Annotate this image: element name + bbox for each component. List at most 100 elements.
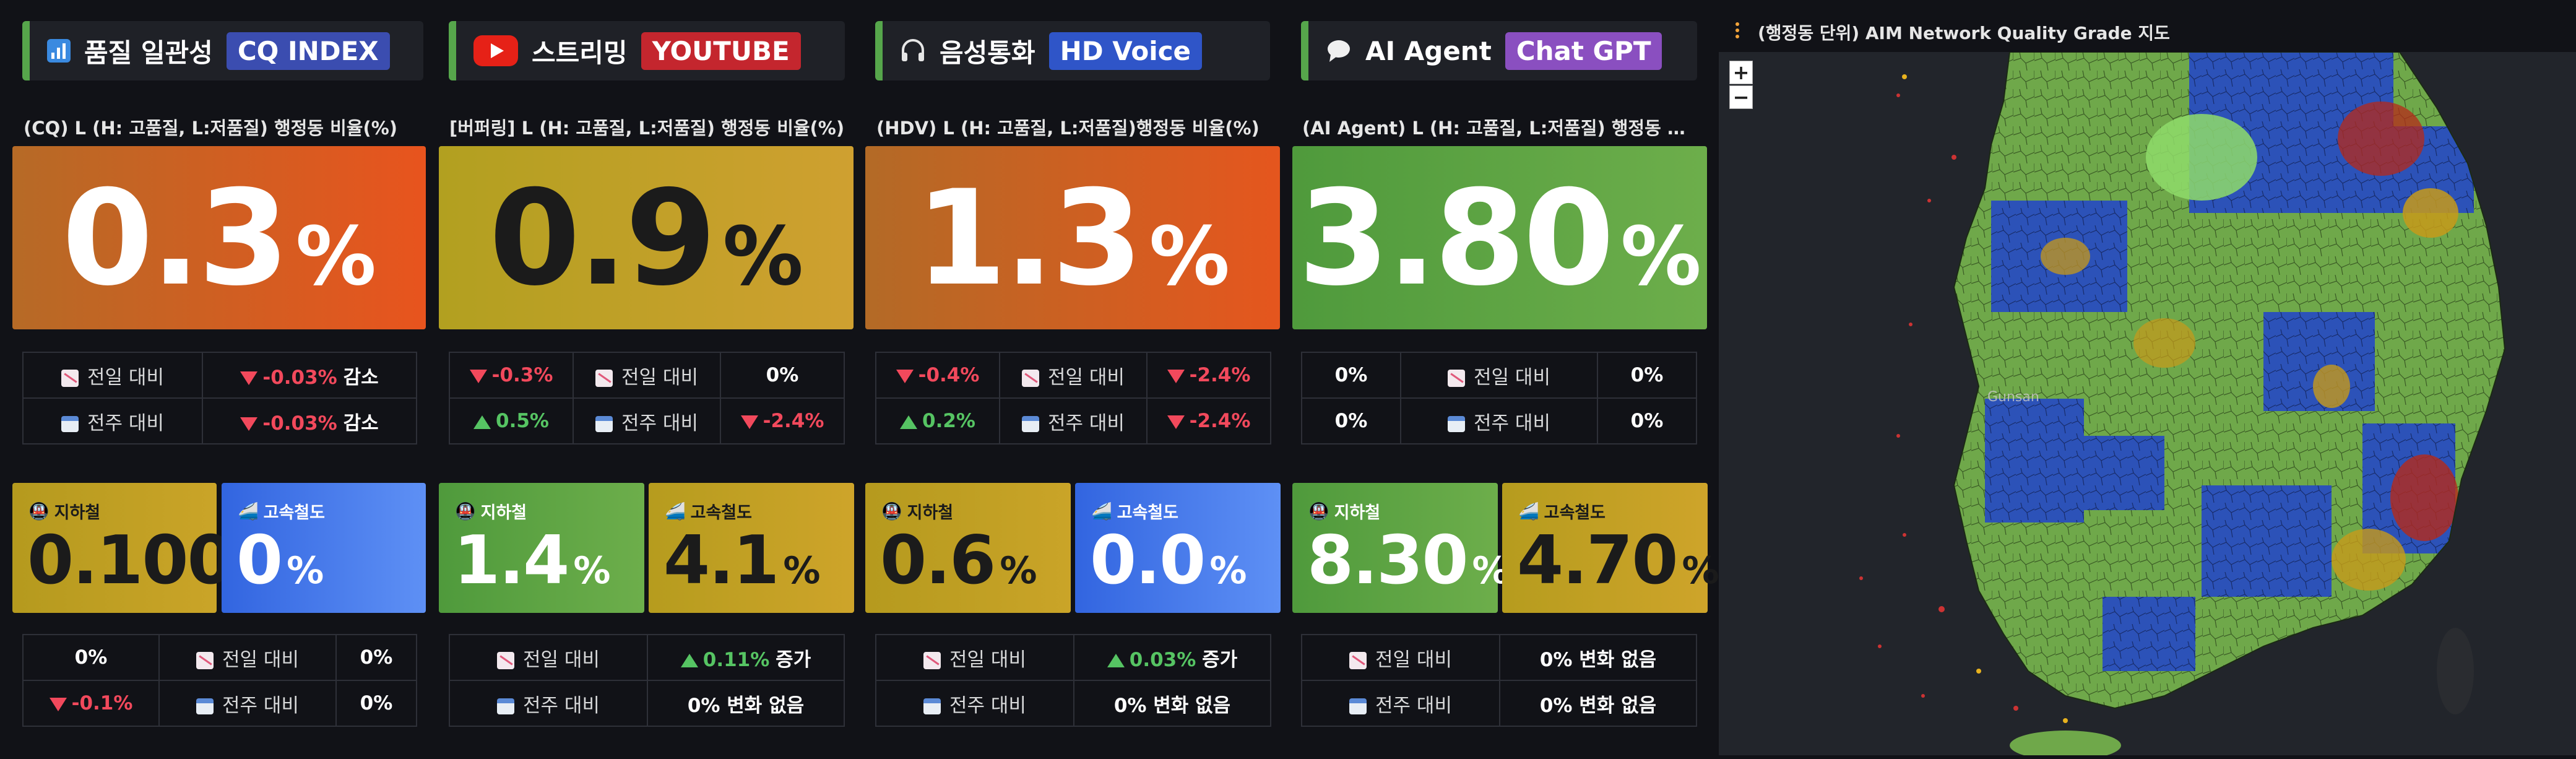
header-title: 음성통화: [940, 37, 1035, 68]
zoom-in-button[interactable]: +: [1729, 61, 1753, 84]
subway-panel: 🚇 지하철 0.6%: [865, 483, 1071, 613]
compare-right: -2.4%: [1146, 397, 1271, 445]
header-title: 스트리밍: [532, 37, 628, 68]
korea-map-svg: [1719, 52, 2576, 755]
compare-value: 0% 변화 없음: [1073, 680, 1271, 727]
compare-label: 전일 대비: [22, 352, 203, 399]
subway-icon: 🚇: [1308, 501, 1329, 521]
header-ai-agent: AI Agent Chat GPT: [1301, 21, 1697, 80]
header-hd-voice: 음성통화 HD Voice: [875, 21, 1270, 80]
compare-row: 전주 대비 -0.03% 감소: [22, 397, 417, 445]
calendar-icon: [1022, 416, 1040, 432]
subway-label: 🚇 지하철: [881, 501, 954, 523]
compare-label: 전주 대비: [22, 397, 203, 445]
big-stat-panel: 1.3 %: [865, 146, 1280, 329]
big-stat-value: 0.9: [489, 161, 717, 314]
compare-table: -0.3% 전일 대비 0% 0.5% 전주 대비 -2.4%: [449, 352, 845, 445]
subway-icon: 🚇: [455, 501, 476, 521]
ktx-label: 🚄 고속철도: [238, 501, 325, 523]
compare-row: 전일 대비 0% 변화 없음: [1301, 634, 1697, 681]
subway-value: 1.4%: [454, 522, 611, 599]
header-stripe: [449, 21, 456, 80]
compare-right: -2.4%: [1146, 352, 1271, 399]
trend-chart-icon: [1349, 652, 1367, 669]
compare-left: 0.5%: [449, 397, 574, 445]
header-stripe: [22, 21, 30, 80]
trend-chart-icon: [497, 652, 515, 669]
header-badge: YOUTUBE: [641, 32, 801, 70]
arrow-down-icon: [896, 369, 914, 383]
ktx-label: 🚄 고속철도: [1518, 501, 1606, 523]
compare-row: 전일 대비 0.11% 증가: [449, 634, 845, 681]
arrow-up-icon: [1107, 654, 1125, 667]
calendar-icon: [497, 698, 515, 714]
subway-value: 8.30%: [1307, 522, 1510, 599]
panel-menu-icon[interactable]: [1735, 22, 1739, 38]
subway-label: 🚇 지하철: [455, 501, 527, 523]
network-quality-map[interactable]: Gunsan + −: [1719, 52, 2576, 755]
rail-compare-table: 0% 전일 대비 0% -0.1% 전주 대비 0%: [22, 634, 417, 727]
map-city-label: Gunsan: [1987, 389, 2039, 405]
ktx-panel: 🚄 고속철도 0.0%: [1075, 483, 1281, 613]
compare-label: 전주 대비: [999, 397, 1148, 445]
big-stat-value: 3.80: [1298, 161, 1614, 314]
big-stat-panel: 0.9 %: [439, 146, 854, 329]
compare-row: -0.1% 전주 대비 0%: [22, 680, 417, 727]
compare-value: -0.03% 감소: [202, 397, 417, 445]
compare-value: 0% 변화 없음: [1499, 634, 1697, 681]
subway-label: 🚇 지하철: [1308, 501, 1381, 523]
header-stripe: [1301, 21, 1308, 80]
compare-table: -0.4% 전일 대비 -2.4% 0.2% 전주 대비 -2.4%: [875, 352, 1271, 445]
compare-label: 전주 대비: [158, 680, 337, 727]
compare-row: 전일 대비 0.03% 증가: [875, 634, 1271, 681]
ktx-panel: 🚄 고속철도 4.70%: [1502, 483, 1719, 613]
subway-value: 0.6%: [880, 522, 1037, 599]
train-icon: 🚄: [665, 501, 686, 521]
big-stat-unit: %: [1620, 209, 1701, 303]
compare-label: 전일 대비: [999, 352, 1148, 399]
subway-panel: 🚇 지하철 1.4%: [439, 483, 644, 613]
subway-panel: 🚇지하철 0.100%: [12, 483, 275, 613]
panel-subtitle: [버퍼링] L (H: 고품질, L:저품질) 행정동 비율(%): [449, 118, 845, 139]
youtube-icon: [473, 35, 518, 66]
compare-value: 0.11% 증가: [647, 634, 845, 681]
compare-value: 0.03% 증가: [1073, 634, 1271, 681]
compare-left: -0.1%: [22, 680, 160, 727]
rail-compare-table: 전일 대비 0.11% 증가 전주 대비 0% 변화 없음: [449, 634, 845, 727]
compare-row: -0.4% 전일 대비 -2.4%: [875, 352, 1271, 399]
compare-row: 전주 대비 0% 변화 없음: [449, 680, 845, 727]
compare-right: 0%: [335, 680, 417, 727]
compare-table: 0% 전일 대비 0% 0% 전주 대비 0%: [1301, 352, 1697, 445]
compare-value: 0% 변화 없음: [647, 680, 845, 727]
compare-row: -0.3% 전일 대비 0%: [449, 352, 845, 399]
ktx-panel: 🚄 고속철도 4.1%: [649, 483, 854, 613]
subway-label: 🚇 지하철: [28, 501, 101, 523]
big-stat-unit: %: [722, 209, 803, 303]
compare-row: 전주 대비 0% 변화 없음: [1301, 680, 1697, 727]
arrow-down-icon: [240, 371, 258, 385]
compare-label: 전일 대비: [875, 634, 1074, 681]
compare-label: 전주 대비: [1400, 397, 1598, 445]
ktx-label: 🚄 고속철도: [1091, 501, 1178, 523]
subway-icon: 🚇: [881, 501, 902, 521]
ktx-value: 4.70%: [1517, 522, 1719, 599]
big-stat-panel: 3.80 %: [1292, 146, 1707, 329]
compare-left: -0.3%: [449, 352, 574, 399]
compare-left: 0%: [1301, 352, 1401, 399]
compare-right: 0%: [335, 634, 417, 681]
subway-icon: 🚇: [28, 501, 50, 521]
big-stat-unit: %: [295, 209, 376, 303]
zoom-out-button[interactable]: −: [1729, 85, 1753, 109]
compare-label: 전일 대비: [449, 634, 648, 681]
calendar-icon: [1448, 416, 1466, 432]
arrow-down-icon: [49, 697, 67, 711]
panel-subtitle: (HDV) L (H: 고품질, L:저품질)행정동 비율(%): [876, 118, 1260, 139]
header-badge: Chat GPT: [1505, 32, 1662, 70]
arrow-down-icon: [240, 417, 258, 431]
ktx-value: 0.0%: [1090, 522, 1247, 599]
calendar-icon: [923, 698, 941, 714]
trend-chart-icon: [61, 370, 79, 387]
headphones-icon: [900, 38, 926, 64]
ktx-value: 0%: [236, 522, 324, 599]
compare-row: 0% 전주 대비 0%: [1301, 397, 1697, 445]
